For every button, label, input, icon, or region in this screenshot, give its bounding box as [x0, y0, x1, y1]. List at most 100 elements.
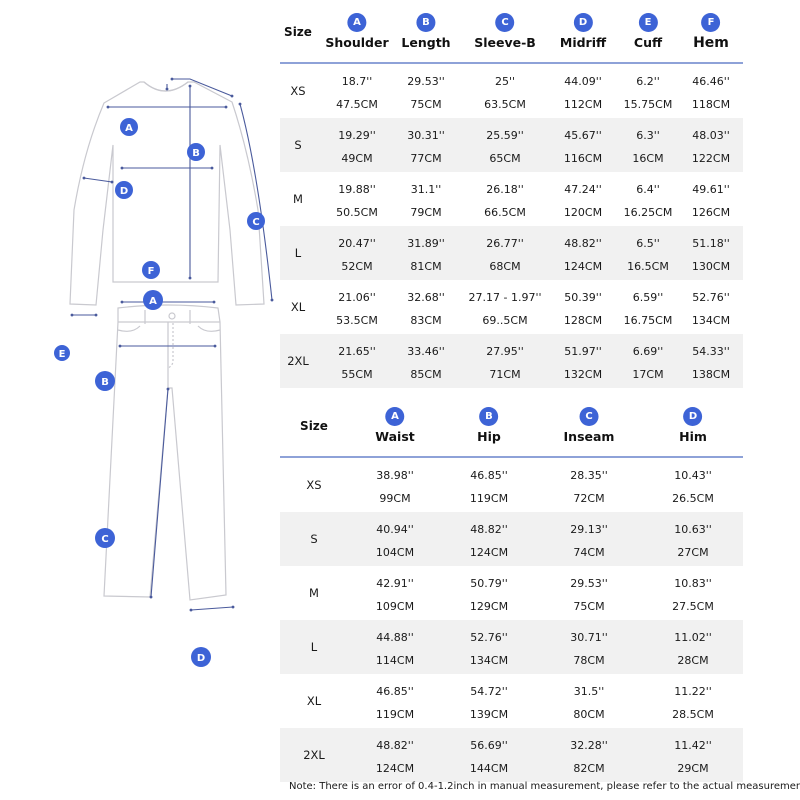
- table-row: L 44.88'' 114CM 52.76'' 134CM 30.71'' 78CM 11.0…: [280, 620, 743, 674]
- cm-value: 29CM: [677, 762, 709, 775]
- inch-value: 56.69'': [470, 739, 508, 752]
- inch-value: 31.5'': [573, 685, 605, 698]
- cm-value: 28.5CM: [672, 708, 714, 721]
- size-label: 2XL: [303, 748, 325, 762]
- bottom-size-table: Size A Waist B Hip C Inseam D Him XS 38.98'' 9…: [280, 396, 743, 782]
- size-label: S: [294, 138, 302, 152]
- size-label: XS: [306, 478, 322, 492]
- cm-value: 49CM: [341, 152, 373, 165]
- size-label: S: [310, 532, 318, 546]
- inch-value: 6.2'': [636, 75, 660, 88]
- cuff-line-d: [82, 176, 114, 184]
- cm-value: 112CM: [563, 98, 603, 111]
- inch-value: 46.85'': [470, 469, 508, 482]
- top-table-body: XS 18.7'' 47.5CM 29.53'' 75CM 25'' 63.5CM 44.09…: [280, 64, 743, 388]
- bottom-table-header: Size A Waist B Hip C Inseam D Him: [280, 396, 743, 458]
- table-row: M 42.91'' 109CM 50.79'' 129CM 29.53'' 75CM 10.8…: [280, 566, 743, 620]
- svg-text:F: F: [148, 266, 155, 277]
- badge-e: E: [638, 13, 658, 32]
- inch-value: 10.43'': [674, 469, 712, 482]
- badge-f: F: [701, 13, 721, 32]
- inch-value: 11.22'': [674, 685, 712, 698]
- cm-value: 130CM: [691, 260, 731, 273]
- cm-value: 16.75CM: [623, 314, 673, 327]
- cm-value: 109CM: [375, 600, 415, 613]
- badge-c: C: [579, 407, 599, 426]
- garment-illustration: A B C D E F A B C D: [54, 77, 274, 667]
- cm-value: 116CM: [563, 152, 603, 165]
- inch-value: 30.71'': [570, 631, 608, 644]
- table-row: XS 38.98'' 99CM 46.85'' 119CM 28.35'' 72CM 10.4…: [280, 458, 743, 512]
- header-label: Length: [401, 35, 451, 50]
- inch-value: 30.31'': [407, 129, 445, 142]
- header-label: Cuff: [633, 35, 663, 50]
- top-header-cuff: E Cuff: [634, 2, 662, 62]
- inch-value: 29.53'': [407, 75, 445, 88]
- inch-value: 48.82'': [564, 237, 602, 250]
- svg-text:A: A: [125, 123, 133, 134]
- badge-a: A: [347, 13, 367, 32]
- inch-value: 45.67'': [564, 129, 602, 142]
- svg-text:B: B: [101, 377, 109, 388]
- table-row: XL 21.06'' 53.5CM 32.68'' 83CM 27.17 - 1.97''…: [280, 280, 743, 334]
- pants-measure-lines: [118, 300, 235, 612]
- cm-value: 81CM: [410, 260, 442, 273]
- badge-top-b: B: [187, 143, 205, 161]
- cm-value: 79CM: [410, 206, 442, 219]
- cm-value: 138CM: [691, 368, 731, 381]
- svg-text:B: B: [192, 148, 200, 159]
- table-row: S 19.29'' 49CM 30.31'' 77CM 25.59'' 65CM 45.67'…: [280, 118, 743, 172]
- inch-value: 32.28'': [570, 739, 608, 752]
- inch-value: 50.39'': [564, 291, 602, 304]
- top-header-shoulder: A Shoulder: [325, 2, 389, 62]
- inch-value: 11.42'': [674, 739, 712, 752]
- svg-text:A: A: [149, 296, 157, 307]
- inch-value: 46.85'': [376, 685, 414, 698]
- inch-value: 51.18'': [692, 237, 730, 250]
- cm-value: 83CM: [410, 314, 442, 327]
- inch-value: 44.09'': [564, 75, 602, 88]
- inch-value: 31.89'': [407, 237, 445, 250]
- inseam-line: [149, 387, 170, 599]
- cm-value: 85CM: [410, 368, 442, 381]
- badge-pants-b: B: [95, 371, 115, 391]
- cm-value: 124CM: [375, 762, 415, 775]
- inch-value: 38.98'': [376, 469, 414, 482]
- inch-value: 27.17 - 1.97'': [468, 291, 542, 304]
- cm-value: 63.5CM: [484, 98, 526, 111]
- inch-value: 50.79'': [470, 577, 508, 590]
- cm-value: 75CM: [410, 98, 442, 111]
- cm-value: 71CM: [489, 368, 521, 381]
- size-label: M: [309, 586, 319, 600]
- cm-value: 17CM: [632, 368, 664, 381]
- cm-value: 15.75CM: [623, 98, 673, 111]
- inch-value: 6.59'': [632, 291, 664, 304]
- cm-value: 66.5CM: [484, 206, 526, 219]
- inch-value: 54.72'': [470, 685, 508, 698]
- size-label: 2XL: [287, 354, 309, 368]
- cm-value: 120CM: [563, 206, 603, 219]
- inch-value: 48.82'': [376, 739, 414, 752]
- svg-text:D: D: [120, 186, 128, 197]
- cm-value: 124CM: [563, 260, 603, 273]
- size-label: L: [294, 246, 302, 260]
- bottom-header-hip: B Hip: [477, 396, 501, 456]
- cm-value: 26.5CM: [672, 492, 714, 505]
- table-row: XL 46.85'' 119CM 54.72'' 139CM 31.5'' 80CM 11.2…: [280, 674, 743, 728]
- table-row: L 20.47'' 52CM 31.89'' 81CM 26.77'' 68CM 48.82'…: [280, 226, 743, 280]
- badge-top-a: A: [120, 118, 138, 136]
- inch-value: 54.33'': [692, 345, 730, 358]
- measurement-note: Note: There is an error of 0.4-1.2inch i…: [289, 781, 800, 792]
- cm-value: 28CM: [677, 654, 709, 667]
- cm-value: 53.5CM: [336, 314, 378, 327]
- cm-value: 75CM: [573, 600, 605, 613]
- inch-value: 6.69'': [632, 345, 664, 358]
- header-label: Waist: [375, 429, 415, 444]
- cm-value: 132CM: [563, 368, 603, 381]
- size-label: L: [310, 640, 318, 654]
- cm-value: 27CM: [677, 546, 709, 559]
- bottom-table-body: XS 38.98'' 99CM 46.85'' 119CM 28.35'' 72CM 10.4…: [280, 458, 743, 782]
- inch-value: 48.82'': [470, 523, 508, 536]
- cm-value: 134CM: [469, 654, 509, 667]
- inch-value: 49.61'': [692, 183, 730, 196]
